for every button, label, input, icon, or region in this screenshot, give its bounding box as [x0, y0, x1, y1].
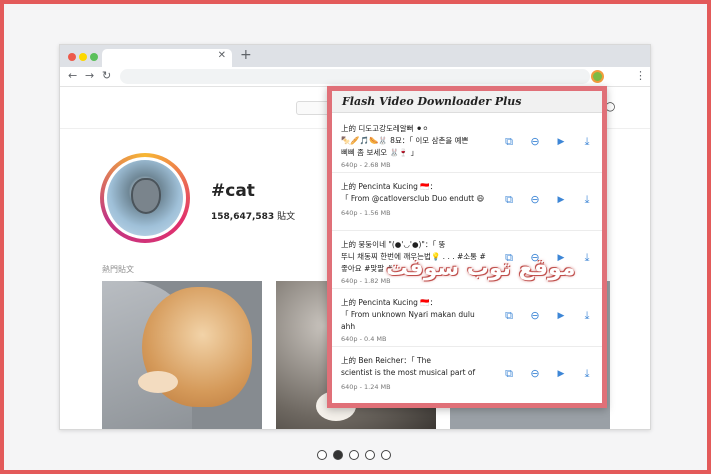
pager-dot-active[interactable]	[333, 450, 343, 460]
reload-icon[interactable]: ↻	[102, 69, 111, 82]
video-meta: 640p - 1.24 MB	[341, 383, 391, 391]
browser-tab[interactable]: ✕	[102, 49, 232, 67]
popup-header: Flash Video Downloader Plus	[332, 91, 602, 113]
video-item: 上的 Pencinta Kucing 🇮🇩： 「 From unknown Ny…	[332, 289, 602, 347]
pager-dot[interactable]	[317, 450, 327, 460]
back-icon[interactable]: ←	[68, 69, 77, 82]
download-icon[interactable]: ⤓	[580, 251, 594, 265]
post-count-number: 158,647,583	[211, 212, 275, 222]
video-item: 上的 Pencinta Kucing 🇮🇩： 「 From @catlovers…	[332, 173, 602, 231]
video-caption: 上的 Ben Reicher：「 The scientist is the mo…	[341, 356, 476, 377]
address-bar[interactable]	[120, 69, 590, 84]
pager-dot[interactable]	[365, 450, 375, 460]
close-window-dot[interactable]	[68, 53, 76, 61]
popup-title: Flash Video Downloader Plus	[342, 95, 522, 108]
video-caption: 上的 Pencinta Kucing 🇮🇩： 「 From unknown Ny…	[341, 298, 475, 331]
extension-icon[interactable]	[591, 70, 604, 83]
top-posts-label: 熱門貼文	[102, 265, 134, 274]
video-meta: 640p - 2.68 MB	[341, 161, 391, 169]
post-thumbnail[interactable]	[102, 281, 262, 429]
open-in-new-tab-icon[interactable]: ⧉	[502, 367, 516, 381]
download-icon[interactable]: ⤓	[580, 193, 594, 207]
slide-frame: ✕ + ← → ↻ ⋮ ○ #cat 158,647,583 貼文 熱門貼文 F…	[0, 0, 711, 474]
video-item: 上的 Ben Reicher：「 The scientist is the mo…	[332, 347, 602, 403]
play-icon[interactable]: ▶	[554, 135, 568, 149]
open-in-new-tab-icon[interactable]: ⧉	[502, 309, 516, 323]
slide-pager	[317, 450, 397, 462]
hashtag-avatar	[100, 153, 190, 243]
minimize-window-dot[interactable]	[79, 53, 87, 61]
pager-dot[interactable]	[349, 450, 359, 460]
site-watermark: موقع توب سوفت	[386, 256, 576, 281]
link-icon[interactable]: ⊖	[528, 193, 542, 207]
video-item: 上的 디도고강도레알뻐 ⚫⚪ 🍢🥖🎵🌭🐰 8묘：「 이모 삼촌을 예쁜 삐삐 좀…	[332, 115, 602, 173]
open-in-new-tab-icon[interactable]: ⧉	[502, 135, 516, 149]
close-icon[interactable]: ✕	[218, 50, 226, 61]
video-meta: 640p - 1.56 MB	[341, 209, 391, 217]
link-icon[interactable]: ⊖	[528, 367, 542, 381]
browser-toolbar: ← → ↻ ⋮	[60, 67, 650, 87]
hashtag-title: #cat	[211, 181, 255, 201]
link-icon[interactable]: ⊖	[528, 309, 542, 323]
new-tab-icon[interactable]: +	[240, 47, 252, 63]
video-caption: 上的 디도고강도레알뻐 ⚫⚪ 🍢🥖🎵🌭🐰 8묘：「 이모 삼촌을 예쁜 삐삐 좀…	[341, 124, 469, 157]
play-icon[interactable]: ▶	[554, 309, 568, 323]
download-icon[interactable]: ⤓	[580, 309, 594, 323]
forward-icon[interactable]: →	[85, 69, 94, 82]
pager-dot[interactable]	[381, 450, 391, 460]
download-icon[interactable]: ⤓	[580, 367, 594, 381]
maximize-window-dot[interactable]	[90, 53, 98, 61]
link-icon[interactable]: ⊖	[528, 135, 542, 149]
menu-icon[interactable]: ⋮	[635, 69, 646, 82]
extension-popup: Flash Video Downloader Plus 上的 디도고강도레알뻐 …	[327, 86, 607, 408]
post-count-suffix: 貼文	[277, 212, 296, 222]
tab-bar: ✕ +	[60, 45, 650, 67]
video-caption: 上的 Pencinta Kucing 🇮🇩： 「 From @catlovers…	[341, 182, 485, 203]
play-icon[interactable]: ▶	[554, 367, 568, 381]
download-icon[interactable]: ⤓	[580, 135, 594, 149]
video-meta: 640p - 0.4 MB	[341, 335, 387, 343]
cat-avatar-image	[107, 160, 183, 236]
video-meta: 640p - 1.82 MB	[341, 277, 391, 285]
play-icon[interactable]: ▶	[554, 193, 568, 207]
post-count: 158,647,583 貼文	[211, 209, 295, 222]
open-in-new-tab-icon[interactable]: ⧉	[502, 193, 516, 207]
